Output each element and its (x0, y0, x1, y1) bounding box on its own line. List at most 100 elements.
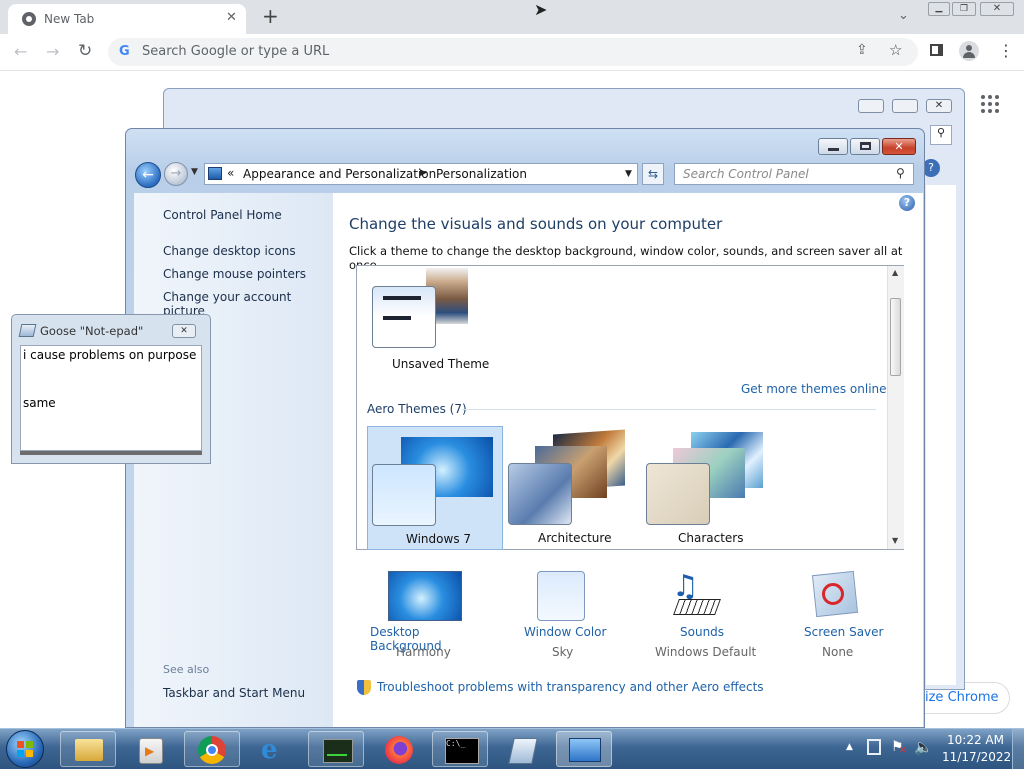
google-apps-icon[interactable] (981, 95, 999, 113)
minimize-button[interactable] (818, 138, 848, 155)
bg-minimize-button[interactable] (858, 99, 884, 113)
desktop-background-value: Harmony (396, 645, 451, 659)
show-desktop-button[interactable] (1012, 729, 1024, 769)
notepad-bottom-bar (20, 451, 202, 455)
notepad-text-area[interactable]: i cause problems on purpose same (20, 345, 202, 451)
forward-arrow-icon[interactable]: → (46, 42, 59, 61)
breadcrumb-personalization[interactable]: Personalization (436, 167, 527, 181)
reload-icon[interactable]: ↻ (78, 41, 92, 61)
network-icon[interactable] (867, 739, 881, 755)
back-arrow-icon[interactable]: ← (14, 42, 27, 61)
notepad-title: Goose "Not-epad" (40, 324, 144, 338)
chrome-taskbar-icon[interactable] (184, 731, 240, 767)
profile-avatar-icon[interactable] (959, 41, 979, 61)
window-color-setting[interactable]: Window Color Sky (500, 569, 626, 661)
theme-label-characters: Characters (678, 531, 744, 545)
command-prompt-icon[interactable]: C:\_ (432, 731, 488, 767)
screen-saver-label[interactable]: Screen Saver (804, 625, 883, 639)
omnibox[interactable]: G Search Google or type a URL ⇪ ☆ (108, 38, 918, 66)
desktop-background-icon (388, 571, 462, 621)
scroll-thumb[interactable] (890, 298, 901, 376)
change-mouse-pointers-link[interactable]: Change mouse pointers (163, 267, 306, 281)
network-error-icon: ✕ (899, 746, 907, 756)
show-hidden-icons-icon[interactable]: ▲ (846, 742, 853, 752)
no-symbol-icon (822, 583, 844, 605)
close-chrome-button[interactable]: ✕ (980, 2, 1014, 16)
characters-color-swatch (646, 463, 710, 525)
address-bar[interactable]: « Appearance and Personalization ▶ Perso… (204, 163, 638, 185)
window-color-icon (537, 571, 585, 621)
omnibox-placeholder: Search Google or type a URL (142, 44, 330, 59)
troubleshoot-link[interactable]: Troubleshoot problems with transparency … (377, 680, 764, 694)
scroll-down-icon[interactable]: ▼ (892, 536, 898, 545)
side-panel-icon[interactable] (930, 44, 943, 56)
search-control-panel-input[interactable]: Search Control Panel ⚲ (674, 163, 914, 185)
chrome-menu-icon[interactable]: ⋮ (998, 41, 1014, 60)
notepad-icon (18, 324, 37, 337)
shield-icon (357, 680, 371, 695)
breadcrumb-appearance[interactable]: Appearance and Personalization (243, 167, 436, 181)
windows-7-color-swatch (372, 464, 436, 526)
notepad-taskbar-icon[interactable] (494, 731, 550, 767)
start-button[interactable] (6, 730, 44, 768)
volume-icon[interactable]: 🔈 (914, 738, 933, 756)
bookmark-star-icon[interactable]: ☆ (889, 41, 902, 59)
bg-close-button[interactable]: ✕ (926, 99, 952, 113)
share-icon[interactable]: ⇪ (856, 42, 868, 58)
taskbar: ▶ e C:\_ ▲ ⚑ ✕ 🔈 10:22 AM 11/17/2022 (0, 728, 1024, 769)
window-color-label[interactable]: Window Color (524, 625, 606, 639)
desktop-background-setting[interactable]: Desktop Background Harmony (358, 569, 490, 661)
clock-time[interactable]: 10:22 AM (947, 733, 1004, 747)
firefox-icon[interactable] (370, 731, 426, 767)
sounds-label[interactable]: Sounds (680, 625, 724, 639)
address-dropdown-icon[interactable]: ▼ (625, 169, 632, 179)
help-icon[interactable]: ? (899, 195, 915, 211)
close-tab-icon[interactable]: ✕ (226, 10, 237, 25)
restore-chrome-button[interactable]: ❐ (952, 2, 976, 16)
theme-characters[interactable]: Characters (643, 426, 779, 550)
theme-list-scrollbar[interactable]: ▲ ▼ (887, 266, 904, 549)
internet-explorer-icon[interactable]: e (246, 731, 302, 767)
control-panel-taskbar-icon[interactable] (556, 731, 612, 767)
sounds-setting[interactable]: ♫ Sounds Windows Default (638, 569, 764, 661)
screen-saver-setting[interactable]: Screen Saver None (776, 569, 902, 661)
unsaved-theme-item[interactable]: Unsaved Theme (367, 268, 497, 376)
change-desktop-icons-link[interactable]: Change desktop icons (163, 244, 296, 258)
scroll-up-icon[interactable]: ▲ (892, 268, 898, 277)
back-button[interactable]: ← (135, 162, 161, 188)
notepad-line-1: i cause problems on purpose (23, 348, 197, 362)
theme-list[interactable]: Unsaved Theme Get more themes online Aer… (356, 265, 904, 550)
refresh-icon[interactable]: ⇆ (642, 163, 664, 185)
minimize-chrome-button[interactable]: ▁ (928, 2, 950, 16)
breadcrumb-prefix[interactable]: « (227, 166, 234, 180)
forward-button[interactable]: → (164, 162, 188, 186)
notepad-close-button[interactable]: ✕ (172, 324, 196, 338)
theme-label-architecture: Architecture (538, 531, 612, 545)
control-panel-home-link[interactable]: Control Panel Home (163, 208, 282, 222)
chrome-favicon-icon (22, 12, 36, 26)
screen-saver-value: None (822, 645, 854, 659)
chrome-tab[interactable]: New Tab ✕ (8, 4, 246, 34)
unsaved-theme-thumbnail (372, 286, 436, 348)
personalization-window[interactable]: ✕ ← → ▼ « Appearance and Personalization… (125, 128, 925, 728)
tab-search-icon[interactable]: ⌄ (898, 8, 909, 23)
file-explorer-icon[interactable] (60, 731, 116, 767)
search-icon[interactable]: ⚲ (896, 166, 905, 180)
get-more-themes-link[interactable]: Get more themes online (741, 382, 887, 396)
bg-maximize-button[interactable] (892, 99, 918, 113)
recent-pages-dropdown-icon[interactable]: ▼ (191, 167, 198, 177)
aero-themes-heading: Aero Themes (7) (367, 402, 467, 416)
chrome-tab-title: New Tab (44, 12, 95, 26)
bg-search-icon[interactable]: ⚲ (930, 125, 952, 145)
maximize-button[interactable] (850, 138, 880, 155)
clock-date[interactable]: 11/17/2022 (942, 750, 1011, 764)
media-player-icon[interactable]: ▶ (122, 731, 178, 767)
task-manager-icon[interactable] (308, 731, 364, 767)
theme-architecture[interactable]: Architecture (505, 426, 641, 550)
goose-notepad-window[interactable]: Goose "Not-epad" ✕ i cause problems on p… (11, 314, 211, 464)
breadcrumb-separator-icon[interactable]: ▶ (420, 168, 427, 178)
taskbar-start-menu-link[interactable]: Taskbar and Start Menu (163, 686, 305, 700)
new-tab-button[interactable]: + (262, 4, 279, 28)
theme-windows-7[interactable]: Windows 7 (367, 426, 503, 550)
close-button[interactable]: ✕ (882, 138, 916, 155)
